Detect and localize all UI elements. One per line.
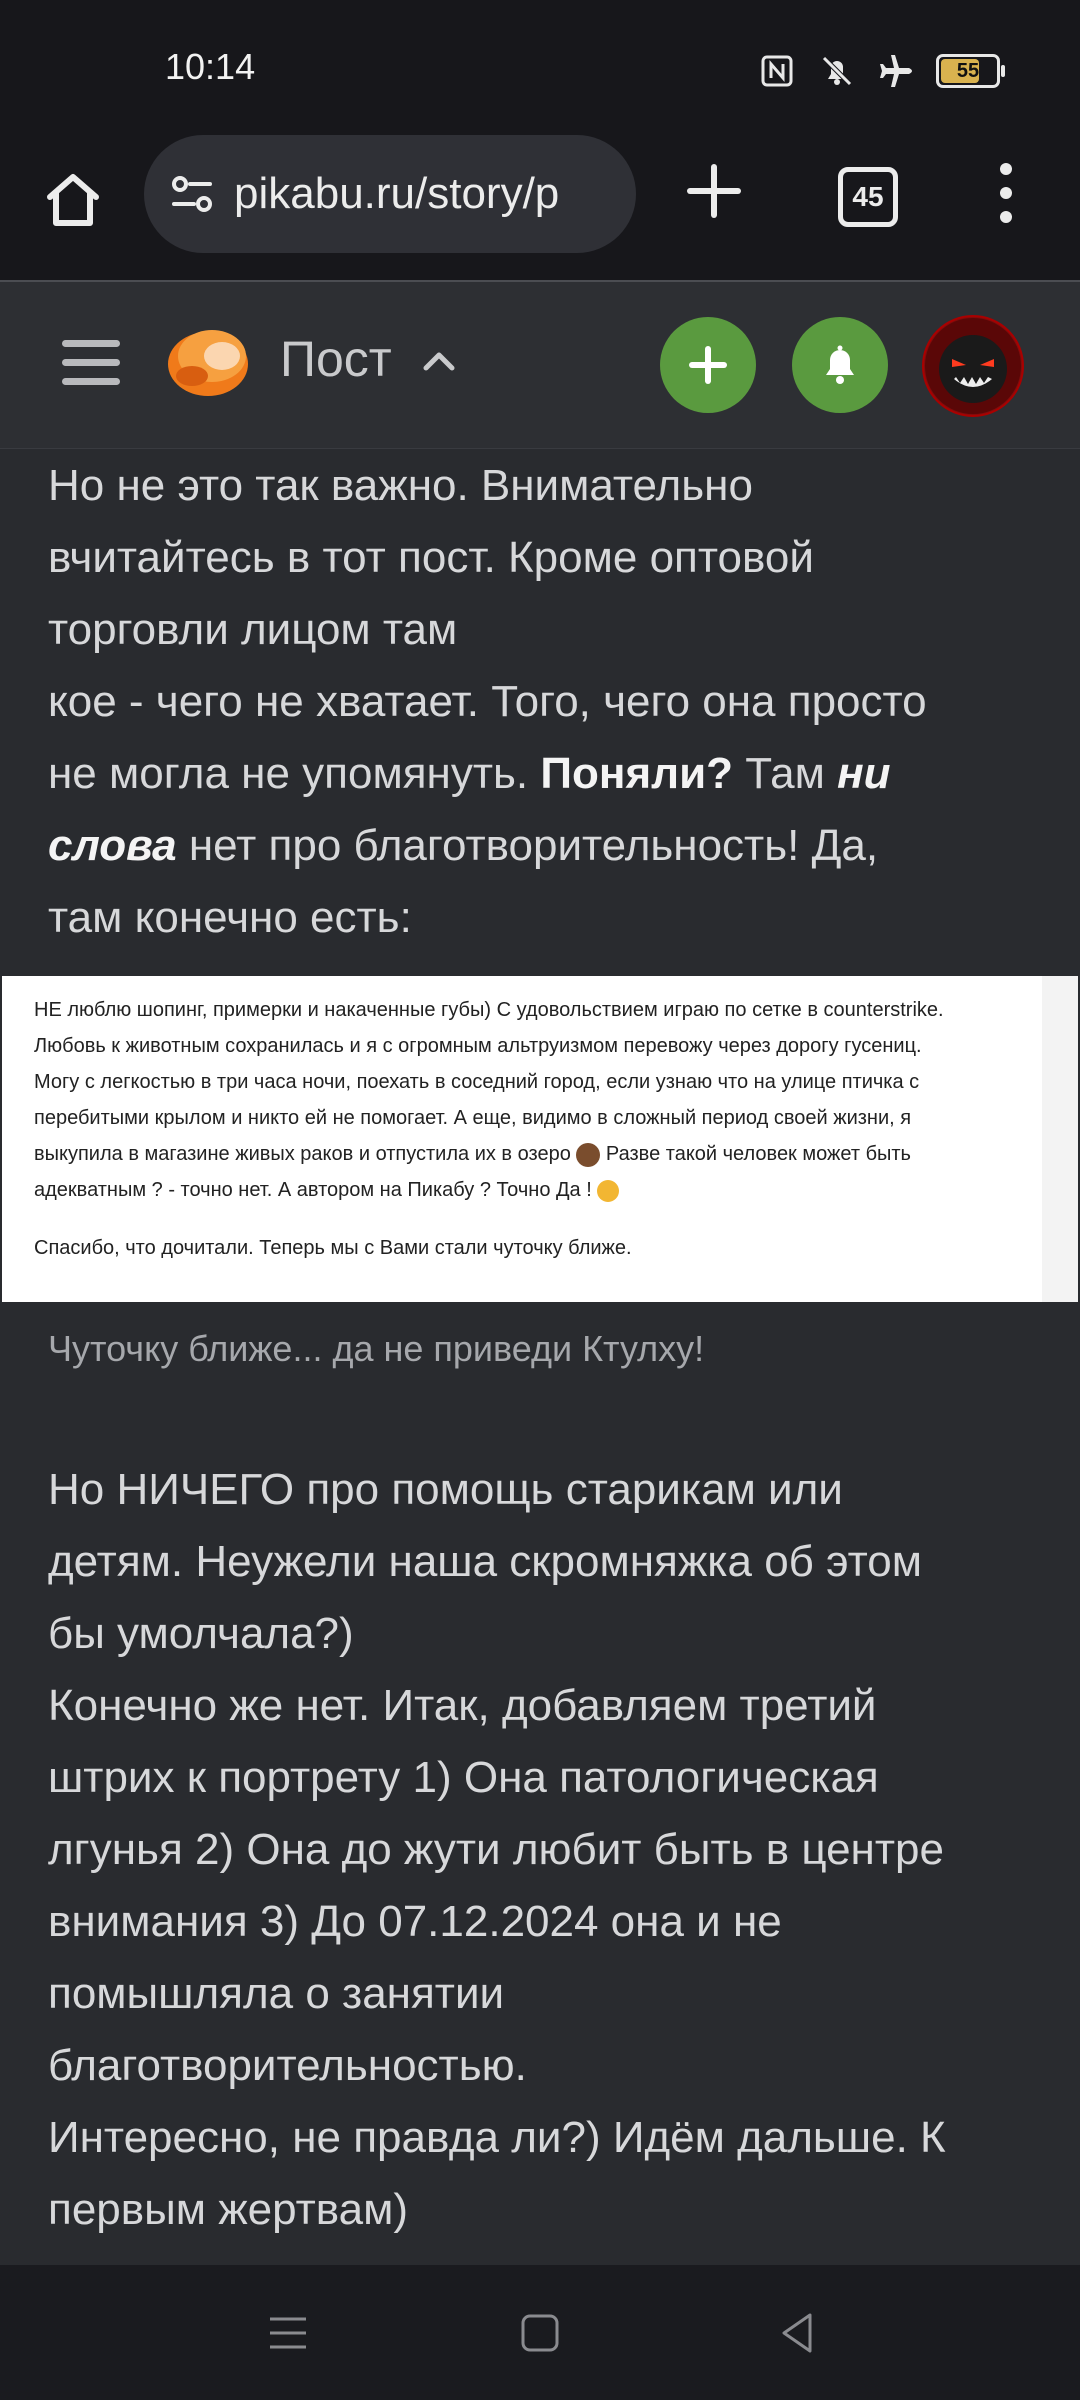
text-line: благотворительностью. (48, 2041, 527, 2090)
text-line: торговли лицом там (48, 605, 458, 654)
quote-screenshot-image[interactable]: НЕ люблю шопинг, примерки и накаченные г… (2, 976, 1078, 1302)
quote-line: перебитыми крылом и никто ей не помогает… (34, 1107, 912, 1129)
text-line: не могла не упомянуть. Поняли? Там ни (48, 738, 1048, 810)
more-options-icon[interactable] (982, 159, 1030, 227)
post-content: Но не это так важно. Внимательно вчитайт… (0, 448, 1080, 2263)
mute-icon (816, 50, 858, 92)
battery-level: 55 (956, 59, 980, 82)
smiley-icon (597, 1179, 620, 1202)
text-line: лгунья 2) Она до жути любит быть в центр… (48, 1825, 944, 1874)
new-tab-icon[interactable] (682, 159, 746, 223)
avatar[interactable] (922, 315, 1024, 417)
text-line: бы умолчала?) (48, 1609, 354, 1658)
image-caption: Чуточку ближе... да не приведи Ктулху! (48, 1328, 705, 1369)
address-bar[interactable]: pikabu.ru/story/p (144, 135, 636, 253)
text-segment: не могла не упомянуть. (48, 749, 541, 798)
bold-text: Поняли? (540, 749, 733, 798)
text-line: Интересно, не правда ли?) Идём дальше. К (48, 2113, 946, 2162)
text-line: первым жертвам) (48, 2185, 409, 2234)
see-no-evil-monkey-icon (576, 1142, 601, 1167)
battery-icon: 55 (936, 54, 1005, 88)
text-line: внимания 3) До 07.12.2024 она и не (48, 1897, 782, 1946)
page-title[interactable]: Пост (280, 330, 392, 388)
bell-icon (826, 345, 854, 384)
status-icons: 55 (756, 50, 1005, 92)
browser-toolbar: pikabu.ru/story/p 45 (0, 135, 1080, 282)
pikabu-logo-icon[interactable] (162, 316, 254, 404)
quote-line: выкупила в магазине живых раков и отпуст… (34, 1136, 1034, 1172)
site-settings-icon[interactable] (168, 170, 216, 218)
notifications-button[interactable] (792, 317, 888, 413)
text-line: Но не это так важно. Внимательно (48, 461, 753, 510)
text-line: Но НИЧЕГО про помощь старикам или (48, 1465, 843, 1514)
recent-apps-icon[interactable] (262, 2307, 314, 2359)
quote-line: адекватным ? - точно нет. А автором на П… (34, 1172, 1034, 1208)
text-line: вчитайтесь в тот пост. Кроме оптовой (48, 533, 814, 582)
text-line: слова нет про благотворительность! Да, (48, 810, 1048, 882)
home-icon[interactable] (38, 165, 108, 235)
system-navigation-bar (0, 2265, 1080, 2400)
text-line: Конечно же нет. Итак, добавляем третий (48, 1681, 877, 1730)
menu-icon[interactable] (60, 334, 122, 392)
status-bar: 10:14 55 (0, 0, 1080, 135)
text-segment: Там (733, 749, 838, 798)
text-segment: нет про благотворительность! Да, (176, 821, 879, 870)
bold-italic-text: слова (48, 821, 177, 870)
post-paragraph: Но не это так важно. Внимательно вчитайт… (48, 450, 1048, 954)
image-edge (1042, 976, 1078, 1302)
text-line: кое - чего не хватает. Того, чего она пр… (48, 677, 927, 726)
home-nav-icon[interactable] (514, 2307, 566, 2359)
quote-text: НЕ люблю шопинг, примерки и накаченные г… (34, 992, 1034, 1208)
site-header: Пост (0, 282, 1080, 449)
status-time: 10:14 (165, 46, 256, 87)
quote-line: Любовь к животным сохранилась и я с огро… (34, 1035, 922, 1057)
quote-line: Могу с легкостью в три часа ночи, поехат… (34, 1071, 920, 1093)
quote-thanks: Спасибо, что дочитали. Теперь мы с Вами … (34, 1237, 632, 1259)
chevron-up-icon[interactable] (420, 344, 458, 378)
nfc-icon (756, 50, 798, 92)
tab-switcher-button[interactable]: 45 (838, 167, 898, 227)
post-paragraph: Но НИЧЕГО про помощь старикам или детям.… (48, 1454, 1048, 2246)
back-icon[interactable] (772, 2307, 824, 2359)
url-text[interactable]: pikabu.ru/story/p (234, 169, 559, 219)
quote-line: НЕ люблю шопинг, примерки и накаченные г… (34, 999, 944, 1021)
text-line: помышляла о занятии (48, 1969, 505, 2018)
airplane-icon (876, 50, 918, 92)
text-segment: выкупила в магазине живых раков и отпуст… (34, 1143, 577, 1165)
bold-italic-text: ни (837, 749, 891, 798)
text-segment: Разве такой человек может быть (600, 1143, 911, 1165)
plus-icon (689, 346, 727, 384)
text-segment: адекватным ? - точно нет. А автором на П… (34, 1179, 598, 1201)
add-post-button[interactable] (660, 317, 756, 413)
text-line: там конечно есть: (48, 893, 412, 942)
text-line: детям. Неужели наша скромняжка об этом (48, 1537, 922, 1586)
text-line: штрих к портрету 1) Она патологическая (48, 1753, 879, 1802)
